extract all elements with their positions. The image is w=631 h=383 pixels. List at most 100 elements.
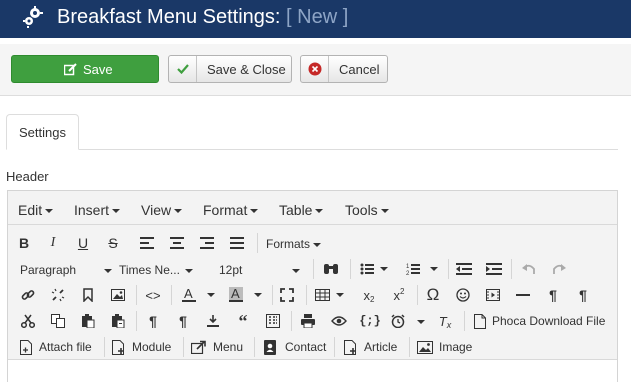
menu-button[interactable]: Menu bbox=[191, 337, 243, 357]
find-replace-icon[interactable] bbox=[322, 259, 340, 279]
caret-down-icon bbox=[315, 209, 324, 214]
align-justify-icon[interactable] bbox=[229, 233, 245, 253]
numbered-list-icon[interactable]: 12 bbox=[405, 259, 439, 279]
toolbar-divider bbox=[409, 337, 410, 357]
image-button[interactable]: Image bbox=[417, 337, 472, 357]
save-label: Save bbox=[83, 61, 113, 77]
header-field-label: Header bbox=[6, 169, 49, 184]
link-icon[interactable] bbox=[20, 285, 36, 305]
bookmark-icon[interactable] bbox=[80, 285, 96, 305]
insert-datetime-icon[interactable] bbox=[390, 311, 426, 331]
cut-icon[interactable] bbox=[20, 311, 36, 331]
align-center-icon[interactable] bbox=[169, 233, 185, 253]
phoca-download-label: Phoca Download File bbox=[492, 314, 606, 328]
emoticon-icon[interactable] bbox=[455, 285, 471, 305]
phoca-download-button[interactable]: Phoca Download File bbox=[474, 311, 605, 331]
horizontal-rule-icon[interactable] bbox=[515, 285, 531, 305]
tab-settings[interactable]: Settings bbox=[6, 114, 79, 150]
file-icon bbox=[474, 313, 486, 329]
template-icon[interactable] bbox=[265, 311, 281, 331]
subscript-icon[interactable]: x2 bbox=[361, 285, 377, 305]
align-left-icon[interactable] bbox=[139, 233, 155, 253]
clear-formatting-icon[interactable]: Tx bbox=[436, 311, 454, 331]
caret-down-icon bbox=[380, 209, 389, 214]
menu-insert-label: Insert bbox=[74, 202, 110, 218]
ltr-icon[interactable]: ¶ bbox=[545, 285, 561, 305]
superscript-icon[interactable]: x2 bbox=[391, 285, 407, 305]
toolbar-divider bbox=[254, 337, 255, 357]
code-sample-icon[interactable]: {;} bbox=[359, 311, 381, 331]
cancel-button[interactable]: Cancel bbox=[300, 55, 388, 83]
title-bar: Breakfast Menu Settings: [ New ] bbox=[0, 0, 631, 38]
page-title-text: Breakfast Menu Settings: bbox=[57, 6, 281, 28]
visual-blocks-icon[interactable]: ¶ bbox=[175, 311, 191, 331]
block-format-select[interactable]: Paragraph bbox=[20, 263, 113, 277]
page-title: Breakfast Menu Settings: [ New ] bbox=[57, 6, 348, 29]
italic-icon[interactable]: I bbox=[45, 233, 61, 253]
insert-break-icon[interactable] bbox=[205, 311, 221, 331]
code-icon[interactable]: <> bbox=[145, 285, 161, 305]
article-label: Article bbox=[364, 340, 398, 354]
visual-chars-icon[interactable]: ¶ bbox=[145, 311, 161, 331]
svg-text:A: A bbox=[231, 287, 240, 301]
menu-table[interactable]: Table bbox=[279, 202, 324, 218]
caret-down-icon bbox=[184, 268, 193, 273]
contact-button[interactable]: Contact bbox=[263, 337, 326, 357]
toolbar-divider bbox=[272, 285, 273, 305]
strikethrough-icon[interactable]: S bbox=[105, 233, 121, 253]
menu-format[interactable]: Format bbox=[203, 202, 259, 218]
font-size-select[interactable]: 12pt bbox=[219, 263, 301, 277]
module-button[interactable]: Module bbox=[112, 337, 171, 357]
menu-format-label: Format bbox=[203, 202, 248, 218]
svg-text:2: 2 bbox=[406, 271, 410, 276]
font-size-value: 12pt bbox=[219, 263, 243, 277]
article-button[interactable]: Article bbox=[344, 337, 397, 357]
caret-down-icon bbox=[292, 268, 301, 273]
menu-view[interactable]: View bbox=[141, 202, 183, 218]
rtl-icon[interactable]: ¶ bbox=[575, 285, 591, 305]
text-color-icon[interactable]: A bbox=[180, 285, 216, 305]
indent-icon[interactable] bbox=[485, 259, 503, 279]
toolbar-divider bbox=[136, 285, 137, 305]
media-icon[interactable] bbox=[485, 285, 501, 305]
table-icon[interactable] bbox=[314, 285, 346, 305]
save-button[interactable]: Save bbox=[11, 55, 159, 83]
menu-insert[interactable]: Insert bbox=[74, 202, 121, 218]
toolbar-divider bbox=[334, 337, 335, 357]
preview-icon[interactable] bbox=[330, 311, 348, 331]
bold-icon[interactable]: B bbox=[16, 233, 32, 253]
special-character-icon[interactable]: Ω bbox=[424, 285, 442, 305]
save-close-button[interactable]: Save & Close bbox=[168, 55, 292, 83]
cancel-label: Cancel bbox=[339, 61, 380, 77]
font-family-select[interactable]: Times Ne... bbox=[119, 263, 193, 277]
menu-tools[interactable]: Tools bbox=[345, 202, 389, 218]
paste-icon[interactable] bbox=[80, 311, 96, 331]
menu-tools-label: Tools bbox=[345, 202, 378, 218]
attach-file-button[interactable]: Attach file bbox=[20, 337, 92, 357]
print-icon[interactable] bbox=[300, 311, 316, 331]
outdent-icon[interactable] bbox=[455, 259, 473, 279]
image-label: Image bbox=[439, 340, 473, 354]
contact-label: Contact bbox=[285, 340, 327, 354]
blockquote-icon[interactable]: “ bbox=[235, 311, 251, 331]
underline-icon[interactable]: U bbox=[75, 233, 91, 253]
align-right-icon[interactable] bbox=[199, 233, 215, 253]
paste-text-icon[interactable] bbox=[110, 311, 126, 331]
editor-content-area[interactable] bbox=[8, 359, 617, 383]
undo-icon[interactable] bbox=[521, 259, 537, 279]
redo-icon[interactable] bbox=[551, 259, 567, 279]
copy-icon[interactable] bbox=[50, 311, 66, 331]
formats-dropdown[interactable]: Formats bbox=[266, 237, 322, 251]
menu-edit[interactable]: Edit bbox=[18, 202, 54, 218]
action-toolbar: Save Save & Close Cancel bbox=[0, 44, 631, 96]
module-label: Module bbox=[132, 340, 172, 354]
background-color-icon[interactable]: A bbox=[227, 285, 263, 305]
image-icon[interactable] bbox=[110, 285, 126, 305]
fullscreen-icon[interactable] bbox=[278, 285, 296, 305]
bullet-list-icon[interactable] bbox=[359, 259, 389, 279]
toolbar-divider bbox=[291, 311, 292, 331]
toolbar-divider bbox=[511, 259, 512, 279]
file-plus-icon bbox=[112, 339, 124, 355]
page-title-suffix: [ New ] bbox=[286, 6, 349, 28]
unlink-icon[interactable] bbox=[50, 285, 66, 305]
